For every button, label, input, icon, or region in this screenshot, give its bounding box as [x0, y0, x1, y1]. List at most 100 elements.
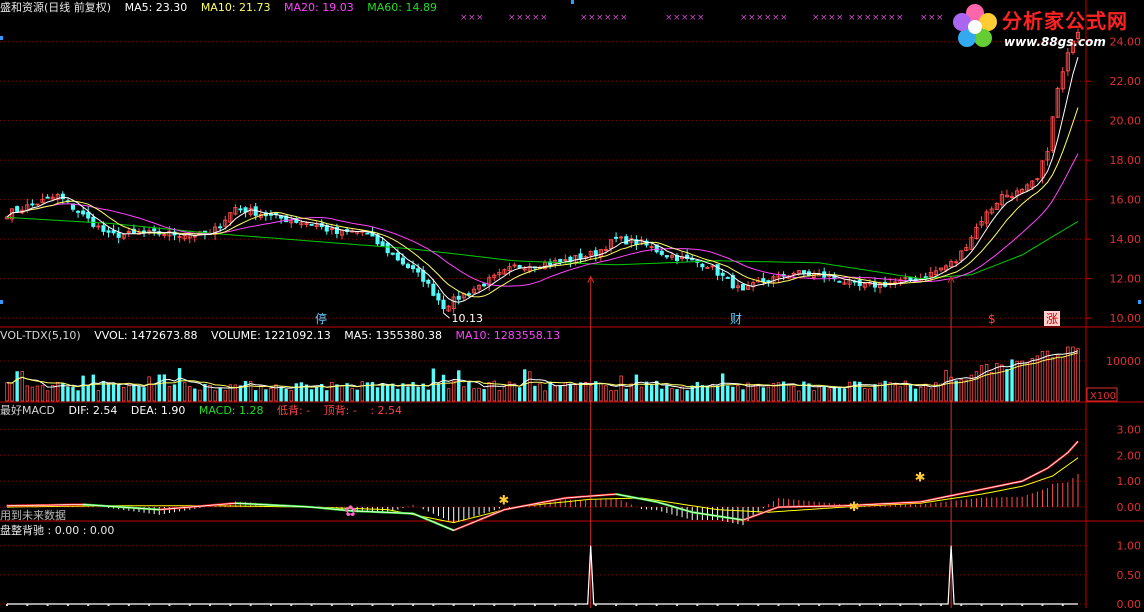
volume-bar: [325, 391, 328, 401]
bottom-baseline-dot: [473, 604, 475, 606]
volume-bar: [41, 386, 44, 401]
volume-bar: [62, 384, 65, 401]
bottom-baseline-dot: [838, 604, 840, 606]
stock-title: 盛和资源(日线 前复权): [0, 1, 111, 14]
signal-mark: ×: [820, 13, 828, 23]
candle-body: [716, 265, 719, 276]
bottom-baseline-dot: [108, 604, 110, 606]
volume-bar: [437, 384, 440, 401]
volume-bar: [579, 383, 582, 401]
signal-mark: ×: [596, 13, 604, 23]
volume-bar: [539, 384, 542, 401]
macd-title: 最好MACD: [0, 404, 55, 417]
bottom-baseline-dot: [209, 604, 211, 606]
volume-bar: [874, 385, 877, 401]
bottom-baseline-dot: [534, 604, 536, 606]
volume-bar: [107, 383, 110, 401]
candle-body: [239, 209, 242, 210]
bottom-tick-label: 0.50: [1117, 569, 1142, 582]
volume-bar: [26, 386, 29, 401]
volume-bar: [16, 372, 19, 401]
dea-line: [7, 458, 1078, 523]
volume-bar: [1077, 349, 1080, 401]
candle-body: [614, 237, 617, 238]
bottom-baseline-dot: [47, 604, 49, 606]
macd-value: MACD: 1.28: [199, 404, 264, 417]
volume-bar: [513, 384, 516, 401]
marker-limit: 涨: [1046, 311, 1058, 326]
bottom-baseline-dot: [960, 604, 962, 606]
ma60-line: [7, 217, 1078, 278]
bottom-baseline-dot: [392, 604, 394, 606]
volume-bar: [1051, 358, 1054, 401]
candle-body: [102, 226, 105, 232]
price-tick-label: 20.00: [1110, 115, 1142, 128]
bottom-baseline-dot: [635, 604, 637, 606]
volume-bar: [356, 390, 359, 401]
signal-mark: ×: [612, 13, 620, 23]
signal-mark: ×: [856, 13, 864, 23]
chart-stage[interactable]: 24.0022.0020.0018.0016.0014.0012.0010.00…: [0, 0, 1144, 608]
candle-body: [873, 282, 876, 287]
volume-bar: [341, 386, 344, 401]
candle-body: [16, 207, 19, 212]
volume-bar: [930, 389, 933, 401]
candle-body: [411, 266, 414, 269]
volume-bar: [67, 387, 70, 401]
volume-bar: [584, 382, 587, 401]
volume-bar: [823, 387, 826, 401]
signal-mark: ×: [580, 13, 588, 23]
volume-bar: [173, 385, 176, 401]
candle-body: [579, 254, 582, 259]
candle-body: [518, 265, 521, 267]
candle-body: [625, 237, 628, 244]
signal-mark: ×: [665, 13, 673, 23]
candle-body: [366, 233, 369, 234]
volume-bar: [808, 384, 811, 401]
volume-bar: [676, 389, 679, 401]
volume-bar: [422, 384, 425, 401]
bottom-tick-label: 1.00: [1117, 540, 1142, 553]
bottom-baseline-dot: [574, 604, 576, 606]
bottom-baseline-dot: [981, 604, 983, 606]
volume-bar: [72, 387, 75, 401]
signal-mark: ×: [748, 13, 756, 23]
volume-bar: [194, 389, 197, 401]
candle-body: [467, 294, 470, 295]
volume-bar: [529, 372, 532, 401]
volume-bar: [848, 382, 851, 401]
volume-bar: [554, 386, 557, 401]
volume-bar: [594, 382, 597, 401]
bottom-baseline-dot: [737, 604, 739, 606]
volume-bar: [402, 384, 405, 401]
signal-mark: ×: [532, 13, 540, 23]
volume-bar: [138, 386, 141, 401]
volume-bar: [351, 388, 354, 401]
candle-body: [401, 258, 404, 264]
bottom-baseline-dot: [676, 604, 678, 606]
signal-mark: ×: [476, 13, 484, 23]
volume-bar: [128, 386, 131, 401]
bottom-baseline-dot: [67, 604, 69, 606]
volume-ma10-line: [7, 353, 1078, 388]
signal-mark: ×: [936, 13, 944, 23]
bottom-baseline-dot: [351, 604, 353, 606]
bottom-baseline-dot: [371, 604, 373, 606]
candle-body: [46, 197, 49, 198]
volume-bar: [696, 382, 699, 401]
bottom-baseline-dot: [250, 604, 252, 606]
macd-star-marker: ✱: [498, 494, 509, 509]
volume-bar: [199, 390, 202, 401]
bottom-baseline-dot: [168, 604, 170, 606]
bottom-baseline-dot: [879, 604, 881, 606]
volume-bar: [386, 386, 389, 401]
volume-bar: [975, 372, 978, 401]
volume-bar: [310, 390, 313, 401]
volume-bar: [924, 384, 927, 401]
volume-bar: [457, 371, 460, 401]
candle-body: [427, 280, 430, 283]
volume-bar: [762, 388, 765, 401]
candle-body: [665, 256, 668, 257]
price-tick-label: 14.00: [1110, 233, 1142, 246]
volume-bar: [77, 391, 80, 401]
